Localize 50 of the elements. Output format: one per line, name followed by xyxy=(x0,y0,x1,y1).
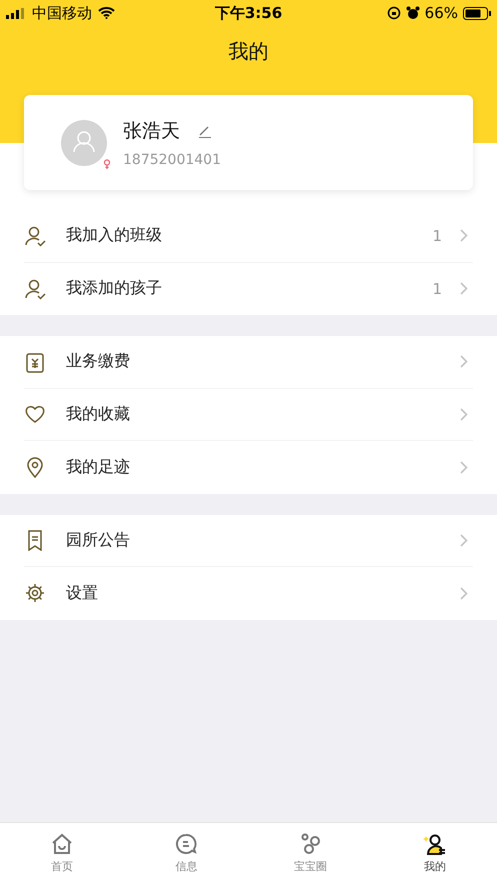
battery-percent: 66% xyxy=(424,4,458,22)
menu-label: 园所公告 xyxy=(66,530,131,551)
circles-icon xyxy=(298,832,323,856)
tab[interactable]: 首页 xyxy=(0,823,124,883)
edit-icon[interactable] xyxy=(198,124,212,138)
avatar-icon xyxy=(61,120,107,166)
menu-item[interactable]: 园所公告 xyxy=(24,514,473,567)
tab[interactable]: 宝宝圈 xyxy=(248,823,373,883)
heart-icon xyxy=(24,403,46,426)
tab[interactable]: 信息 xyxy=(124,823,248,883)
chevron-icon xyxy=(460,229,468,242)
chevron-icon xyxy=(460,460,468,474)
chevron-icon xyxy=(460,534,468,547)
menu-label: 我的足迹 xyxy=(66,456,131,478)
user-name: 张浩天 xyxy=(123,118,180,144)
person-check-icon xyxy=(24,224,46,247)
chevron-icon xyxy=(460,282,468,296)
tab[interactable]: 我的 xyxy=(372,823,497,883)
rotation-lock-icon xyxy=(386,6,401,20)
chevron-icon xyxy=(460,355,468,368)
menu-item[interactable]: 设置 xyxy=(24,567,473,620)
menu-item[interactable]: 我的足迹 xyxy=(24,441,473,494)
alarm-icon xyxy=(406,6,420,20)
item-count: 1 xyxy=(432,226,442,245)
bill-icon xyxy=(24,350,46,373)
chat-icon xyxy=(174,832,198,856)
menu-label: 我加入的班级 xyxy=(66,225,163,246)
menu-label: 我添加的孩子 xyxy=(66,278,163,300)
status-time: 下午3:56 xyxy=(214,4,282,22)
chevron-icon xyxy=(460,586,468,600)
person-check-icon xyxy=(24,278,46,300)
menu-item[interactable]: 我加入的班级 1 xyxy=(24,210,473,262)
signal-icon xyxy=(6,8,26,18)
menu-item[interactable]: 业务缴费 xyxy=(24,336,473,388)
chevron-icon xyxy=(460,408,468,421)
menu-label: 设置 xyxy=(66,582,99,604)
page-title: 我的 xyxy=(228,38,270,65)
profile-card[interactable]: 张浩天 18752001401 xyxy=(24,95,473,190)
phone-number: 18752001401 xyxy=(123,152,221,168)
settings-icon xyxy=(24,582,46,604)
battery-icon xyxy=(463,6,491,20)
menu-label: 业务缴费 xyxy=(66,351,131,372)
person-icon xyxy=(422,832,447,856)
menu-label: 我的收藏 xyxy=(66,404,131,425)
menu-item[interactable]: 我的收藏 xyxy=(24,388,473,441)
item-count: 1 xyxy=(432,280,442,298)
home-icon xyxy=(50,832,74,856)
wifi-icon xyxy=(98,7,115,19)
carrier-name: 中国移动 xyxy=(32,4,92,22)
menu-item[interactable]: 我添加的孩子 1 xyxy=(24,262,473,315)
